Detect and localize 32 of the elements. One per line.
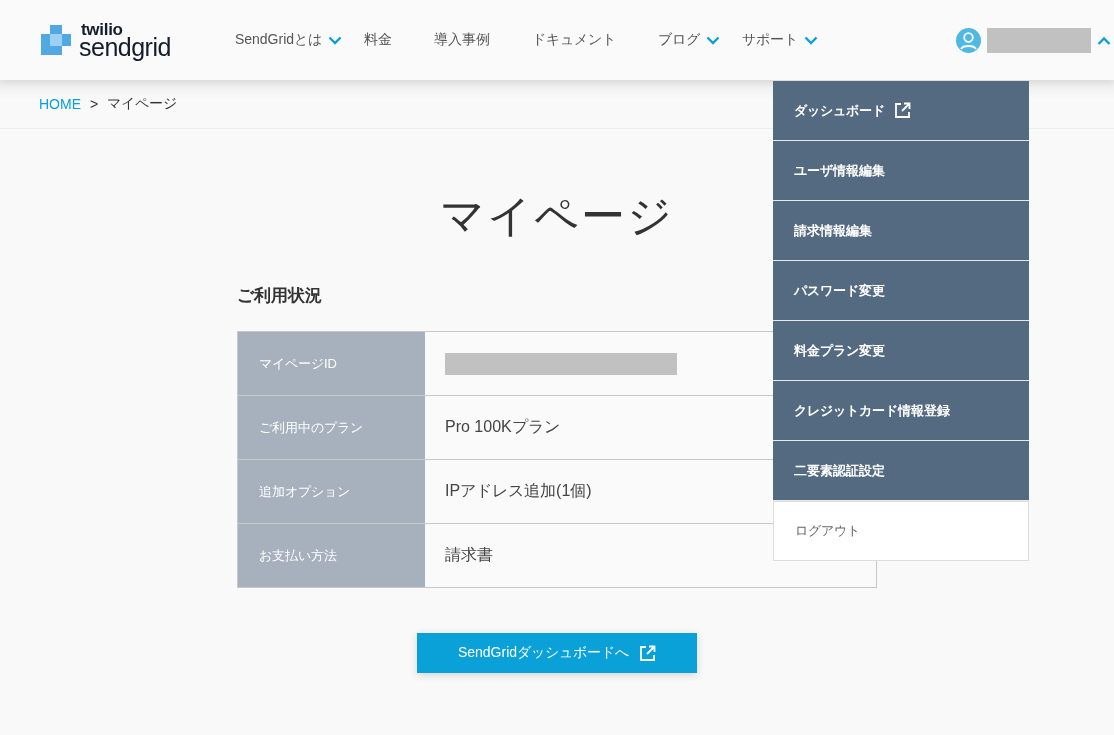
chevron-down-icon: [328, 35, 343, 45]
breadcrumb-current: マイページ: [107, 95, 178, 113]
section-heading: ご利用状況: [237, 285, 322, 307]
table-header-cell: ご利用中のプラン: [237, 395, 425, 460]
logout-link[interactable]: ログアウト: [773, 501, 1029, 561]
table-header-cell: 追加オプション: [237, 459, 425, 524]
chevron-down-icon: [706, 35, 721, 45]
user-avatar-icon[interactable]: [956, 27, 982, 53]
external-link-icon: [639, 644, 657, 662]
nav-link[interactable]: ドキュメント: [532, 31, 617, 49]
nav-link[interactable]: 料金: [364, 31, 393, 49]
table-header-cell: マイページID: [237, 331, 425, 396]
table-header-cell: お支払い方法: [237, 523, 425, 588]
menu-item[interactable]: ユーザ情報編集: [773, 141, 1029, 201]
menu-item[interactable]: クレジットカード情報登録: [773, 381, 1029, 441]
nav-link[interactable]: SendGridとは: [234, 31, 343, 49]
breadcrumb-link[interactable]: HOME: [39, 96, 81, 112]
menu-item[interactable]: ダッシュボード: [773, 81, 1029, 141]
breadcrumb-separator: >: [90, 96, 99, 112]
menu-item[interactable]: 二要素認証設定: [773, 441, 1029, 501]
squares-logo-icon: [41, 25, 71, 55]
menu-item[interactable]: 料金プラン変更: [773, 321, 1029, 381]
menu-item[interactable]: パスワード変更: [773, 261, 1029, 321]
menu-item[interactable]: 請求情報編集: [773, 201, 1029, 261]
external-link-icon: [894, 102, 911, 119]
chevron-down-icon: [804, 35, 819, 45]
caret-up-icon[interactable]: [1097, 35, 1112, 45]
nav-link[interactable]: 導入事例: [434, 31, 491, 49]
nav-link[interactable]: ブログ: [658, 31, 721, 49]
page-title: マイページ: [440, 190, 674, 242]
dashboard-button[interactable]: SendGridダッシュボードへ: [417, 633, 697, 673]
nav-link[interactable]: サポート: [742, 31, 819, 49]
